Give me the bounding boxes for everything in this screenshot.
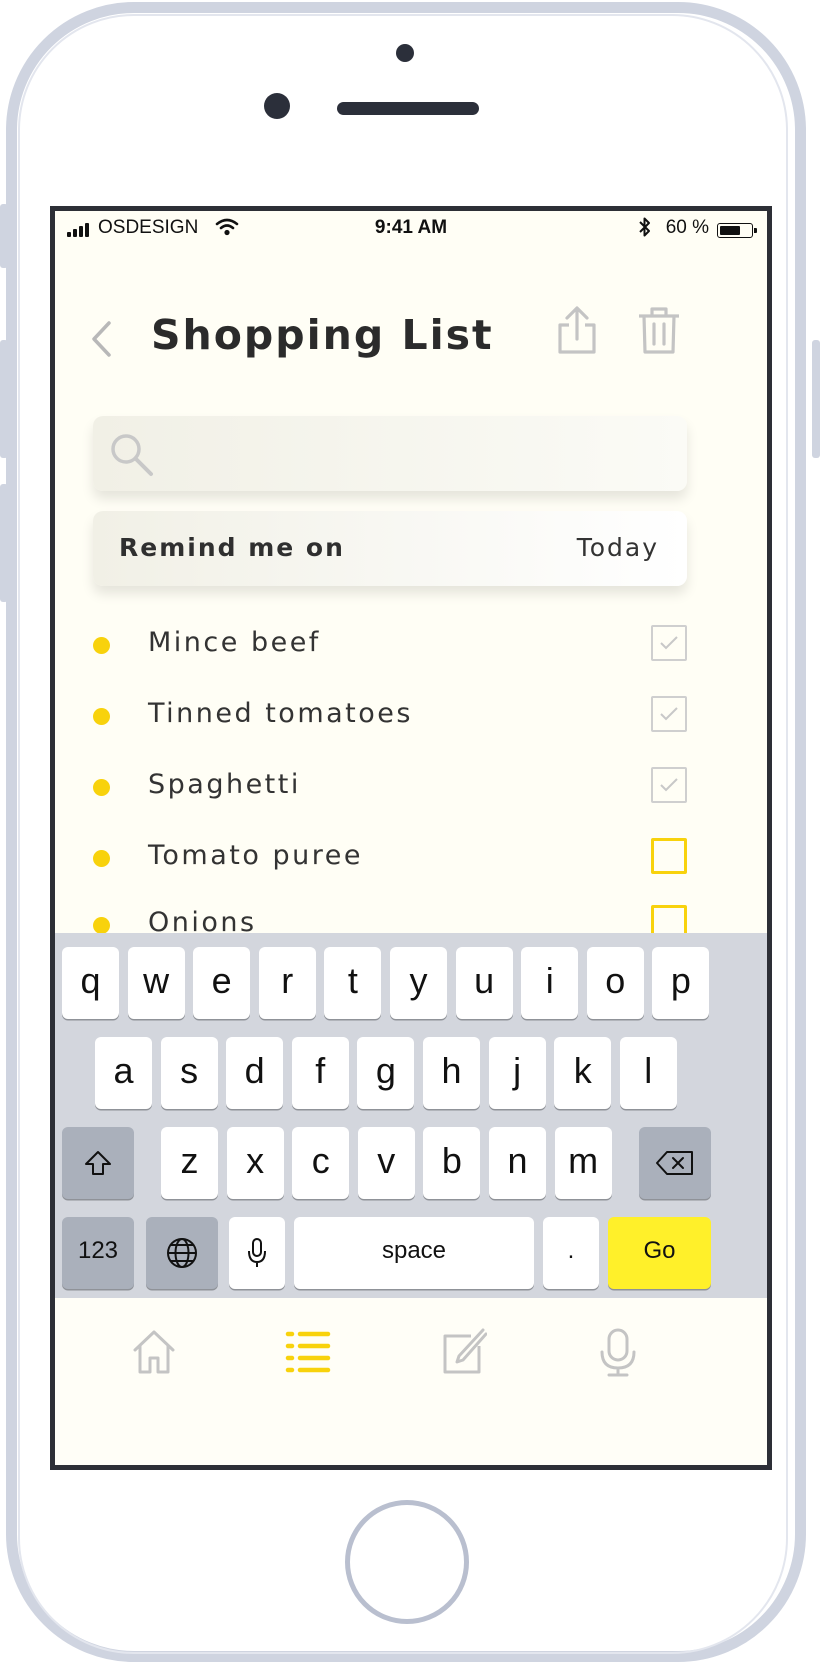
key-t[interactable]: t: [324, 947, 382, 1019]
list-item-label: Mince beef: [148, 627, 321, 658]
period-key[interactable]: .: [543, 1217, 599, 1289]
status-time: 9:41 AM: [374, 217, 448, 238]
list-item[interactable]: Spaghetti: [93, 767, 693, 807]
search-icon: [111, 434, 153, 476]
bullet-dot: [93, 779, 110, 796]
key-p[interactable]: p: [652, 947, 710, 1019]
dictation-key[interactable]: [229, 1217, 285, 1289]
microphone-icon[interactable]: [598, 1328, 638, 1378]
search-input[interactable]: [163, 434, 667, 476]
key-s[interactable]: s: [160, 1037, 218, 1109]
front-camera: [264, 93, 290, 119]
list-item-label: Spaghetti: [148, 769, 301, 800]
key-x[interactable]: x: [226, 1127, 284, 1199]
bluetooth-icon: [639, 217, 650, 237]
checked-checkbox[interactable]: [651, 767, 687, 803]
key-e[interactable]: e: [193, 947, 251, 1019]
list-item[interactable]: Tomato puree: [93, 838, 693, 878]
battery-icon: [717, 223, 757, 238]
reminder-row[interactable]: Remind me on Today: [93, 511, 687, 586]
key-k[interactable]: k: [554, 1037, 612, 1109]
key-h[interactable]: h: [423, 1037, 480, 1109]
bullet-dot: [93, 708, 110, 725]
home-button[interactable]: [345, 1500, 469, 1624]
app-screen: OSDESIGN 9:41 AM 60 % Shopping List Remi…: [50, 206, 772, 1470]
key-d[interactable]: d: [226, 1037, 284, 1109]
bullet-dot: [93, 850, 110, 867]
status-bar: OSDESIGN 9:41 AM 60 %: [55, 211, 767, 247]
checked-checkbox[interactable]: [651, 625, 687, 661]
home-icon[interactable]: [131, 1328, 177, 1376]
bullet-dot: [93, 917, 110, 934]
key-g[interactable]: g: [357, 1037, 415, 1109]
checked-checkbox[interactable]: [651, 696, 687, 732]
microphone-icon: [248, 1238, 266, 1267]
key-j[interactable]: j: [488, 1037, 546, 1109]
backspace-key[interactable]: [639, 1127, 711, 1199]
key-n[interactable]: n: [489, 1127, 546, 1199]
battery-percentage: 60 %: [665, 217, 709, 238]
checkmark-icon: [660, 707, 678, 721]
key-r[interactable]: r: [258, 947, 316, 1019]
key-q[interactable]: q: [62, 947, 119, 1019]
backspace-icon: [656, 1151, 693, 1175]
edit-icon[interactable]: [441, 1328, 487, 1376]
numbers-key[interactable]: 123: [62, 1217, 134, 1289]
key-v[interactable]: v: [357, 1127, 415, 1199]
list-icon[interactable]: [285, 1330, 331, 1374]
key-w[interactable]: w: [127, 947, 185, 1019]
globe-icon: [167, 1238, 197, 1268]
reminder-value[interactable]: Today: [577, 533, 659, 562]
space-key[interactable]: space: [294, 1217, 534, 1289]
list-item[interactable]: Mince beef: [93, 625, 693, 665]
key-o[interactable]: o: [586, 947, 644, 1019]
globe-key[interactable]: [146, 1217, 218, 1289]
shift-arrow-icon: [85, 1151, 111, 1175]
key-m[interactable]: m: [554, 1127, 612, 1199]
bullet-dot: [93, 637, 110, 654]
power-button: [812, 340, 820, 458]
back-chevron-icon[interactable]: [89, 319, 113, 359]
key-y[interactable]: y: [390, 947, 447, 1019]
reminder-label: Remind me on: [119, 533, 345, 562]
checkmark-icon: [660, 778, 678, 792]
checkmark-icon: [660, 636, 678, 650]
earpiece-speaker: [337, 102, 479, 115]
page-title: Shopping List: [151, 311, 494, 359]
on-screen-keyboard: q w e r t y u i o p a s d f g h j k l z x c v b n m 123 space. Go: [55, 933, 767, 1298]
list-item-label: Tomato puree: [148, 840, 363, 871]
share-icon[interactable]: [555, 305, 599, 355]
key-f[interactable]: f: [291, 1037, 349, 1109]
search-bar[interactable]: [93, 416, 687, 491]
unchecked-checkbox[interactable]: [651, 838, 687, 874]
list-item-label: Tinned tomatoes: [148, 698, 413, 729]
key-a[interactable]: a: [95, 1037, 152, 1109]
key-b[interactable]: b: [423, 1127, 481, 1199]
key-i[interactable]: i: [521, 947, 579, 1019]
key-u[interactable]: u: [455, 947, 513, 1019]
proximity-sensor: [396, 44, 414, 62]
trash-icon[interactable]: [635, 305, 683, 355]
key-z[interactable]: z: [161, 1127, 218, 1199]
shift-key[interactable]: [62, 1127, 134, 1199]
list-item[interactable]: Tinned tomatoes: [93, 696, 693, 736]
go-key[interactable]: Go: [608, 1217, 711, 1289]
tab-bar: [55, 1298, 767, 1465]
key-c[interactable]: c: [292, 1127, 350, 1199]
key-l[interactable]: l: [619, 1037, 677, 1109]
